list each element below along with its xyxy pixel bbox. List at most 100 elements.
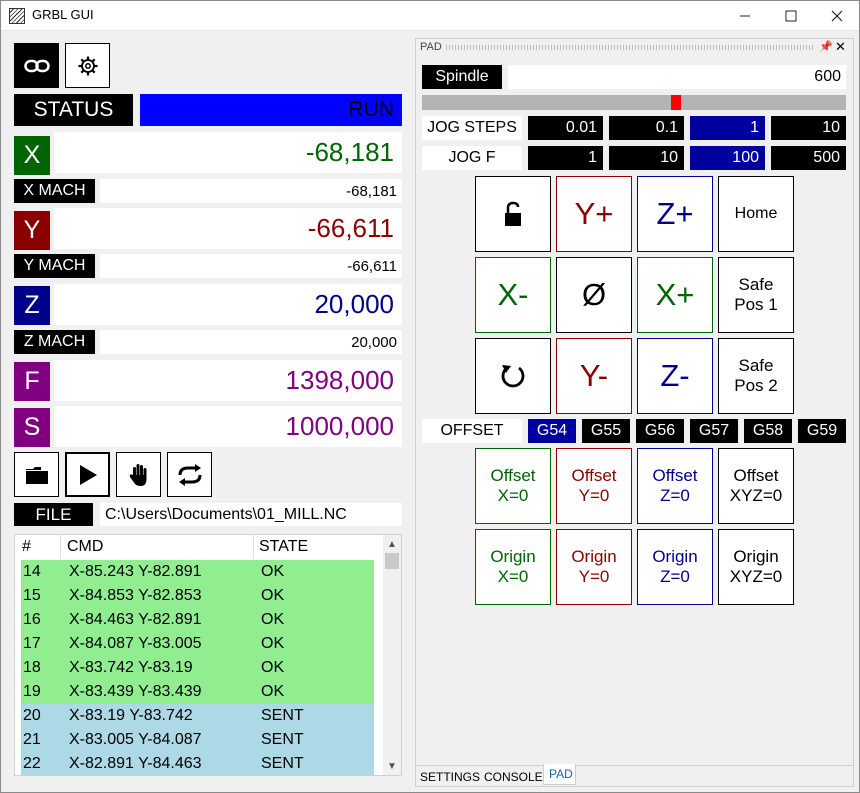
- tab-console[interactable]: CONSOLE: [484, 766, 543, 787]
- origin-y-zero-button[interactable]: Origin Y=0: [556, 529, 632, 605]
- row-state: OK: [261, 563, 285, 580]
- table-row[interactable]: 22 X-82.891 Y-84.463 SENT: [21, 752, 374, 775]
- jog-x-plus-button[interactable]: X+: [637, 257, 713, 333]
- jog-y-plus-button[interactable]: Y+: [556, 176, 632, 252]
- pin-icon[interactable]: 📌: [819, 40, 833, 53]
- jog-feed-option[interactable]: 500: [771, 146, 846, 170]
- row-command: X-83.439 Y-83.439: [69, 683, 202, 700]
- jog-step-option[interactable]: 0.1: [609, 116, 684, 140]
- y-mach-label: Y MACH: [14, 254, 95, 278]
- tab-pad[interactable]: PAD: [543, 764, 576, 785]
- repeat-button[interactable]: [167, 452, 212, 497]
- jog-z-plus-button[interactable]: Z+: [637, 176, 713, 252]
- minimize-button[interactable]: [722, 0, 768, 31]
- file-path-field[interactable]: C:\Users\Documents\01_MILL.NC: [100, 503, 402, 526]
- row-number: 17: [23, 635, 41, 652]
- offset-z-zero-button[interactable]: Offset Z=0: [637, 448, 713, 524]
- panel-grip[interactable]: [446, 45, 814, 50]
- folder-icon: [25, 466, 48, 484]
- table-row[interactable]: 17 X-84.087 Y-83.005 OK: [21, 632, 374, 656]
- button-line1: Origin: [571, 547, 617, 566]
- stop-button[interactable]: [116, 452, 161, 497]
- open-file-button[interactable]: [14, 452, 59, 497]
- jog-step-option-selected[interactable]: 1: [690, 116, 765, 140]
- title-bar: GRBL GUI: [0, 0, 860, 31]
- row-state: OK: [261, 683, 285, 700]
- unlock-icon: [505, 201, 521, 226]
- unlock-button[interactable]: [475, 176, 551, 252]
- table-row[interactable]: 16 X-84.463 Y-82.891 OK: [21, 608, 374, 632]
- g59-button[interactable]: G59: [798, 419, 846, 443]
- row-number: 16: [23, 611, 41, 628]
- gcode-table[interactable]: # CMD STATE 14 X-85.243 Y-82.891 OK 15 X-84.…: [14, 534, 402, 776]
- window-title: GRBL GUI: [32, 7, 94, 22]
- spindle-value-input[interactable]: 600: [508, 65, 846, 89]
- row-number: 20: [23, 707, 41, 724]
- button-line1: Origin: [652, 547, 698, 566]
- button-line2: Y=0: [578, 486, 610, 505]
- jog-y-minus-button[interactable]: Y-: [556, 338, 632, 414]
- tab-settings[interactable]: SETTINGS: [420, 766, 480, 787]
- table-row[interactable]: 18 X-83.742 Y-83.19 OK: [21, 656, 374, 680]
- table-row[interactable]: 14 X-85.243 Y-82.891 OK: [21, 560, 374, 584]
- safe-pos-1-button[interactable]: Safe Pos 1: [718, 257, 794, 333]
- settings-button[interactable]: [65, 43, 110, 88]
- y-axis-letter: Y: [14, 211, 50, 250]
- jog-feed-option-selected[interactable]: 100: [690, 146, 765, 170]
- close-button[interactable]: [814, 0, 860, 31]
- connect-button[interactable]: [14, 43, 59, 88]
- g58-button[interactable]: G58: [744, 419, 792, 443]
- jog-feed-option[interactable]: 10: [609, 146, 684, 170]
- reset-button[interactable]: [475, 338, 551, 414]
- offset-label: OFFSET: [422, 419, 522, 443]
- row-command: X-84.087 Y-83.005: [69, 635, 202, 652]
- y-position-value: -66,611: [54, 208, 402, 249]
- zero-button[interactable]: Ø: [556, 257, 632, 333]
- offset-y-zero-button[interactable]: Offset Y=0: [556, 448, 632, 524]
- origin-z-zero-button[interactable]: Origin Z=0: [637, 529, 713, 605]
- column-header-cmd[interactable]: CMD: [67, 535, 103, 559]
- status-label: STATUS: [14, 94, 133, 126]
- jog-step-option[interactable]: 10: [771, 116, 846, 140]
- column-header-state[interactable]: STATE: [259, 535, 308, 559]
- jog-steps-label: JOG STEPS: [422, 116, 522, 140]
- spindle-slider[interactable]: [422, 95, 846, 110]
- jog-step-option[interactable]: 0.01: [528, 116, 603, 140]
- button-line2: Y=0: [578, 567, 610, 586]
- scroll-up-icon[interactable]: ▲: [387, 539, 397, 550]
- spindle-slider-thumb[interactable]: [671, 95, 681, 110]
- table-row[interactable]: 19 X-83.439 Y-83.439 OK: [21, 680, 374, 704]
- table-row[interactable]: 20 X-83.19 Y-83.742 SENT: [21, 704, 374, 728]
- button-line1: Offset: [652, 466, 698, 485]
- origin-x-zero-button[interactable]: Origin X=0: [475, 529, 551, 605]
- jog-z-minus-button[interactable]: Z-: [637, 338, 713, 414]
- vertical-scrollbar[interactable]: ▲ ▼: [383, 535, 401, 775]
- close-panel-icon[interactable]: ✕: [835, 39, 846, 55]
- row-state: OK: [261, 659, 285, 676]
- safe-pos-2-button[interactable]: Safe Pos 2: [718, 338, 794, 414]
- g56-button[interactable]: G56: [636, 419, 684, 443]
- offset-x-zero-button[interactable]: Offset X=0: [475, 448, 551, 524]
- button-line1: Origin: [490, 547, 536, 566]
- safe-pos-1-line1: Safe: [738, 275, 774, 294]
- safe-pos-2-line1: Safe: [738, 356, 774, 375]
- link-icon: [23, 59, 50, 72]
- g57-button[interactable]: G57: [690, 419, 738, 443]
- jog-x-minus-button[interactable]: X-: [475, 257, 551, 333]
- maximize-button[interactable]: [768, 0, 814, 31]
- table-row[interactable]: 21 X-83.005 Y-84.087 SENT: [21, 728, 374, 752]
- column-header-number[interactable]: #: [22, 535, 31, 559]
- g55-button[interactable]: G55: [582, 419, 630, 443]
- scroll-down-icon[interactable]: ▼: [387, 761, 397, 772]
- scrollbar-thumb[interactable]: [385, 553, 399, 569]
- table-row[interactable]: 15 X-84.853 Y-82.853 OK: [21, 584, 374, 608]
- row-state: SENT: [261, 755, 304, 772]
- home-button[interactable]: Home: [718, 176, 794, 252]
- jog-feed-option[interactable]: 1: [528, 146, 603, 170]
- start-button[interactable]: [65, 452, 110, 497]
- origin-xyz-zero-button[interactable]: Origin XYZ=0: [718, 529, 794, 605]
- offset-xyz-zero-button[interactable]: Offset XYZ=0: [718, 448, 794, 524]
- spindle-speed-value: 1000,000: [54, 406, 402, 447]
- g54-button[interactable]: G54: [528, 419, 576, 443]
- row-number: 22: [23, 755, 41, 772]
